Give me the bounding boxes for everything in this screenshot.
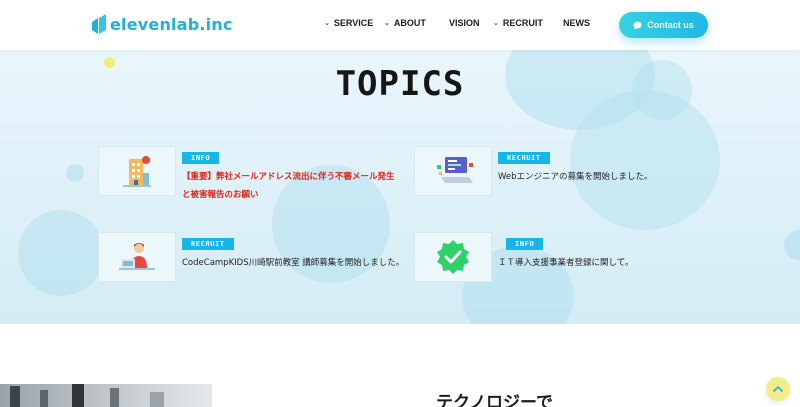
- topic-text: CodeCampKIDS川崎駅前教室 講師募集を開始しました。: [182, 254, 404, 272]
- topic-tag: INFO: [182, 152, 220, 164]
- topic-thumbnail: [98, 232, 176, 282]
- topic-text-line: ＩＴ導入支援事業者登録に関して。: [498, 258, 634, 268]
- section-heading: テクノロジーで: [436, 393, 553, 407]
- chat-bubble-icon: [633, 21, 642, 30]
- topic-text-line: 【重要】弊社メールアドレス流出に伴う不審メール発生: [182, 172, 395, 182]
- topic-text-line: と被害報告のお願い: [182, 190, 259, 200]
- topic-thumbnail: [414, 146, 492, 196]
- nav-label: ABOUT: [393, 18, 426, 28]
- laptop-code-icon: [437, 157, 473, 183]
- topic-item[interactable]: INFO 【重要】弊社メールアドレス流出に伴う不審メール発生 と被害報告のお願い: [98, 146, 395, 206]
- decorative-blob: [18, 210, 104, 296]
- topic-item[interactable]: RECRUIT Webエンジニアの募集を開始しました。: [414, 146, 704, 206]
- hero-photo: [0, 384, 212, 407]
- chevron-down-icon: ⌄: [324, 20, 330, 27]
- nav-label: RECRUIT: [502, 18, 543, 28]
- check-badge-icon: [437, 240, 469, 274]
- site-header: elevenlab.inc ⌄ SERVICE ⌄ ABOUT VISION ⌄…: [0, 0, 800, 50]
- nav-recruit[interactable]: ⌄ RECRUIT: [493, 18, 543, 28]
- building-icon: [123, 156, 151, 187]
- nav-about[interactable]: ⌄ ABOUT: [384, 18, 426, 28]
- topics-section: TOPICS INFO 【重要】弊社メールアドレス流出に伴う不審メール発生 と被…: [0, 50, 800, 324]
- topic-text: 【重要】弊社メールアドレス流出に伴う不審メール発生 と被害報告のお願い: [182, 168, 395, 204]
- nav-vision[interactable]: VISION: [449, 18, 480, 28]
- nav-news[interactable]: NEWS: [563, 18, 590, 28]
- chevron-down-icon: ⌄: [384, 20, 390, 27]
- topic-text-line: Webエンジニアの募集を開始しました。: [498, 172, 653, 182]
- topic-tag: RECRUIT: [498, 152, 550, 164]
- teacher-icon: [119, 243, 155, 270]
- photo-silhouettes: [10, 384, 164, 407]
- nav-label: SERVICE: [333, 18, 374, 28]
- nav-label: NEWS: [563, 18, 590, 28]
- decorative-blob: [784, 230, 800, 260]
- topic-thumbnail: [414, 232, 492, 282]
- topic-text: ＩＴ導入支援事業者登録に関して。: [498, 254, 634, 272]
- decorative-blob: [66, 164, 84, 182]
- topic-tag: INFO: [506, 238, 544, 250]
- topic-text-line: CodeCampKIDS川崎駅前教室 講師募集を開始しました。: [182, 258, 405, 268]
- topic-thumbnail: [98, 146, 176, 196]
- topic-text: Webエンジニアの募集を開始しました。: [498, 168, 653, 186]
- contact-button[interactable]: Contact us: [619, 12, 708, 38]
- topic-tag: RECRUIT: [182, 238, 234, 250]
- topics-title: TOPICS: [335, 64, 465, 104]
- scroll-to-top-button[interactable]: [766, 377, 790, 401]
- nav-label: VISION: [449, 18, 480, 28]
- chevron-down-icon: ⌄: [493, 20, 499, 27]
- contact-label: Contact us: [647, 20, 694, 30]
- nav-service[interactable]: ⌄ SERVICE: [324, 18, 373, 28]
- topic-item[interactable]: RECRUIT CodeCampKIDS川崎駅前教室 講師募集を開始しました。: [98, 232, 404, 292]
- chevron-up-icon: [773, 385, 783, 392]
- decorative-dot: [104, 57, 115, 68]
- topic-item[interactable]: INFO ＩＴ導入支援事業者登録に関して。: [414, 232, 704, 292]
